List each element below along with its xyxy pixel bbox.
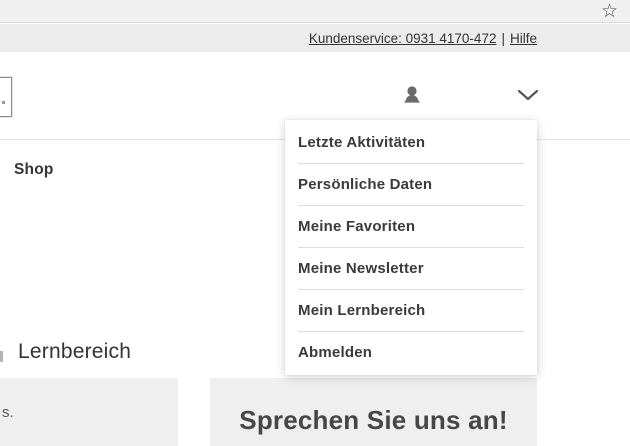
account-dropdown-menu: Letzte Aktivitäten Persönliche Daten Mei… bbox=[285, 120, 537, 375]
teaser-card-cut-text: s. bbox=[2, 404, 14, 421]
nav-item-shop[interactable]: Shop bbox=[14, 161, 54, 179]
user-icon bbox=[400, 84, 424, 108]
teaser-card-left[interactable]: s. bbox=[0, 378, 178, 446]
section-title-lernbereich: Lernbereich bbox=[18, 340, 131, 364]
input-caret-dot bbox=[2, 101, 5, 104]
chevron-down-icon bbox=[517, 89, 539, 101]
menu-item-persoenliche-daten[interactable]: Persönliche Daten bbox=[285, 164, 537, 205]
account-menu-toggle[interactable] bbox=[514, 84, 542, 106]
menu-item-meine-favoriten[interactable]: Meine Favoriten bbox=[285, 206, 537, 247]
contact-card-title: Sprechen Sie uns an! bbox=[210, 405, 537, 436]
service-bar: Kundenservice: 0931 4170-472 | Hilfe bbox=[0, 24, 630, 52]
browser-chrome-bar: ☆ bbox=[0, 0, 630, 23]
menu-item-mein-lernbereich[interactable]: Mein Lernbereich bbox=[285, 290, 537, 331]
cutoff-text-fragment bbox=[0, 351, 3, 362]
user-account-button[interactable] bbox=[398, 82, 426, 110]
kundenservice-link[interactable]: Kundenservice: 0931 4170-472 bbox=[309, 31, 497, 46]
menu-item-letzte-aktivitaeten[interactable]: Letzte Aktivitäten bbox=[285, 122, 537, 163]
search-input-partial[interactable] bbox=[0, 77, 12, 117]
menu-item-abmelden[interactable]: Abmelden bbox=[285, 332, 537, 373]
contact-teaser-card[interactable]: Sprechen Sie uns an! bbox=[210, 378, 537, 446]
bookmark-star-icon[interactable]: ☆ bbox=[601, 0, 618, 23]
hilfe-link[interactable]: Hilfe bbox=[510, 31, 537, 46]
menu-item-meine-newsletter[interactable]: Meine Newsletter bbox=[285, 248, 537, 289]
link-separator: | bbox=[501, 31, 505, 46]
